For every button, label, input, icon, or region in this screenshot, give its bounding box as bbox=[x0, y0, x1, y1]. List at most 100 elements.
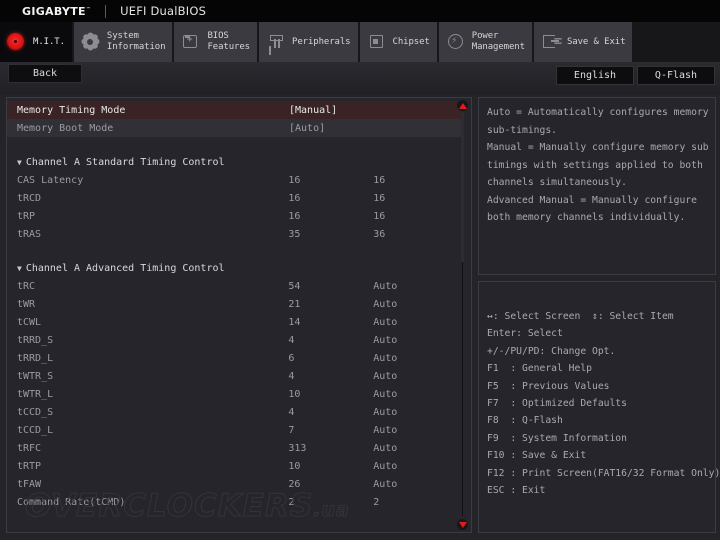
timing-current-value: 6 bbox=[288, 353, 373, 364]
timing-current-value: 4 bbox=[288, 335, 373, 346]
timing-current-value: 26 bbox=[288, 479, 373, 490]
qflash-button[interactable]: Q-Flash bbox=[637, 66, 715, 85]
timing-set-value[interactable]: 16 bbox=[373, 193, 463, 204]
gear-icon bbox=[81, 32, 101, 52]
setting-label: tCWL bbox=[17, 317, 288, 328]
timing-current-value: 4 bbox=[288, 371, 373, 382]
setting-row[interactable]: tRRD_S4Auto bbox=[7, 331, 463, 349]
help-description-panel: Auto = Automatically configures memory s… bbox=[478, 97, 716, 275]
timing-set-value[interactable]: 16 bbox=[373, 211, 463, 222]
setting-label: tCCD_S bbox=[17, 407, 288, 418]
setting-row[interactable]: tWTR_L10Auto bbox=[7, 385, 463, 403]
setting-row[interactable]: tRRD_L6Auto bbox=[7, 349, 463, 367]
tab-power-management-label: Power Management bbox=[472, 31, 525, 53]
setting-row[interactable]: tRP1616 bbox=[7, 207, 463, 225]
help-description-text: Auto = Automatically configures memory s… bbox=[487, 104, 711, 227]
setting-label: CAS Latency bbox=[17, 175, 288, 186]
setting-label: tRC bbox=[17, 281, 288, 292]
timing-set-value[interactable]: Auto bbox=[373, 425, 463, 436]
section-header-row[interactable]: ▼Channel A Standard Timing Control bbox=[7, 153, 463, 171]
setting-row[interactable]: tRCD1616 bbox=[7, 189, 463, 207]
target-icon bbox=[7, 32, 27, 52]
key-legend-line: F1 : General Help bbox=[487, 360, 711, 377]
setting-label: tWR bbox=[17, 299, 288, 310]
setting-row[interactable]: tWR21Auto bbox=[7, 295, 463, 313]
timing-set-value[interactable]: Auto bbox=[373, 479, 463, 490]
timing-current-value: 313 bbox=[288, 443, 373, 454]
key-legend-line: ESC : Exit bbox=[487, 482, 711, 499]
chevron-down-icon: ▼ bbox=[17, 158, 22, 167]
setting-row[interactable]: Memory Boot Mode[Auto] bbox=[7, 119, 463, 137]
timing-current-value: 2 bbox=[288, 497, 373, 508]
tab-mit-label: M.I.T. bbox=[33, 37, 65, 48]
setting-value[interactable]: [Manual] bbox=[289, 105, 399, 116]
brand-divider bbox=[105, 5, 106, 18]
list-spacer bbox=[7, 243, 463, 259]
timing-current-value: 7 bbox=[288, 425, 373, 436]
language-button[interactable]: English bbox=[556, 66, 634, 85]
setting-row[interactable]: tFAW26Auto bbox=[7, 475, 463, 493]
timing-set-value[interactable]: Auto bbox=[373, 281, 463, 292]
setting-row[interactable]: tRAS3536 bbox=[7, 225, 463, 243]
section-header-label: Channel A Advanced Timing Control bbox=[26, 263, 298, 274]
tab-bios-features[interactable]: BIOS Features bbox=[174, 22, 257, 62]
tab-peripherals-label: Peripherals bbox=[292, 37, 351, 48]
setting-row[interactable]: tWTR_S4Auto bbox=[7, 367, 463, 385]
setting-row[interactable]: tCWL14Auto bbox=[7, 313, 463, 331]
key-legend-line: F10 : Save & Exit bbox=[487, 447, 711, 464]
key-legend-line: F7 : Optimized Defaults bbox=[487, 395, 711, 412]
timing-current-value: 16 bbox=[288, 175, 373, 186]
setting-label: tRTP bbox=[17, 461, 288, 472]
setting-row[interactable]: tCCD_L7Auto bbox=[7, 421, 463, 439]
trademark-symbol: ™ bbox=[86, 6, 91, 12]
setting-row[interactable]: tRFC313Auto bbox=[7, 439, 463, 457]
timing-set-value[interactable]: Auto bbox=[373, 461, 463, 472]
key-legend-line: Enter: Select bbox=[487, 325, 711, 342]
list-spacer bbox=[7, 137, 463, 153]
tab-mit[interactable]: M.I.T. bbox=[0, 22, 72, 62]
scrollbar-thumb[interactable] bbox=[461, 112, 464, 262]
setting-row[interactable]: Command Rate(tCMD)22 bbox=[7, 493, 463, 511]
chipset-icon bbox=[367, 32, 387, 52]
back-button[interactable]: Back bbox=[8, 64, 82, 83]
setting-row[interactable]: Memory Timing Mode[Manual] bbox=[7, 101, 463, 119]
tab-save-and-exit[interactable]: Save & Exit bbox=[534, 22, 633, 62]
section-header-row[interactable]: ▼Channel A Advanced Timing Control bbox=[7, 259, 463, 277]
timing-set-value[interactable]: Auto bbox=[373, 317, 463, 328]
key-legend-line: F8 : Q-Flash bbox=[487, 412, 711, 429]
timing-set-value[interactable]: Auto bbox=[373, 335, 463, 346]
setting-row[interactable]: CAS Latency1616 bbox=[7, 171, 463, 189]
setting-value[interactable]: [Auto] bbox=[289, 123, 399, 134]
setting-label: tWTR_L bbox=[17, 389, 288, 400]
tab-bios-features-label: BIOS Features bbox=[207, 31, 250, 53]
tab-power-management[interactable]: Power Management bbox=[439, 22, 532, 62]
scroll-up-arrow-icon[interactable] bbox=[457, 100, 468, 111]
tab-system-information[interactable]: System Information bbox=[74, 22, 173, 62]
scroll-down-arrow-icon[interactable] bbox=[457, 519, 468, 530]
timing-current-value: 21 bbox=[288, 299, 373, 310]
timing-current-value: 35 bbox=[288, 229, 373, 240]
setting-label: tCCD_L bbox=[17, 425, 288, 436]
timing-set-value[interactable]: Auto bbox=[373, 353, 463, 364]
timing-set-value[interactable]: Auto bbox=[373, 443, 463, 454]
timing-set-value[interactable]: 36 bbox=[373, 229, 463, 240]
setting-row[interactable]: tCCD_S4Auto bbox=[7, 403, 463, 421]
tab-chipset[interactable]: Chipset bbox=[360, 22, 437, 62]
setting-row[interactable]: tRTP10Auto bbox=[7, 457, 463, 475]
peripherals-icon bbox=[266, 32, 286, 52]
timing-current-value: 14 bbox=[288, 317, 373, 328]
timing-set-value[interactable]: Auto bbox=[373, 299, 463, 310]
timing-current-value: 4 bbox=[288, 407, 373, 418]
timing-set-value[interactable]: Auto bbox=[373, 371, 463, 382]
timing-set-value[interactable]: 16 bbox=[373, 175, 463, 186]
tab-peripherals[interactable]: Peripherals bbox=[259, 22, 358, 62]
setting-row[interactable]: tRC54Auto bbox=[7, 277, 463, 295]
tab-save-and-exit-label: Save & Exit bbox=[567, 37, 626, 48]
timing-set-value[interactable]: Auto bbox=[373, 389, 463, 400]
timing-set-value[interactable]: 2 bbox=[373, 497, 463, 508]
exit-door-icon bbox=[541, 32, 561, 52]
settings-scrollbar[interactable] bbox=[456, 100, 469, 530]
sub-toolbar: Back English Q-Flash bbox=[0, 62, 720, 95]
brand-subtitle: UEFI DualBIOS bbox=[120, 4, 206, 18]
timing-set-value[interactable]: Auto bbox=[373, 407, 463, 418]
